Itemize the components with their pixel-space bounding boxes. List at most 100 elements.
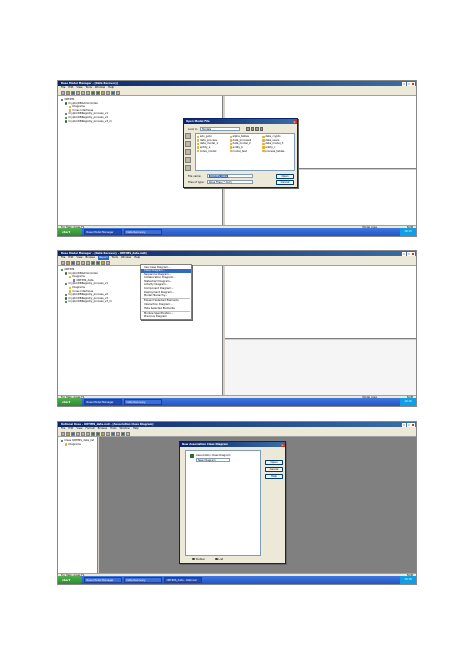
tree-item-label: Diagrams: [68, 442, 81, 446]
file-item[interactable]: process_tables: [262, 149, 293, 153]
documents-icon[interactable]: [185, 149, 191, 155]
taskbar-item[interactable]: Data Recovery: [124, 577, 162, 583]
save-icon[interactable]: [71, 431, 75, 436]
file-item[interactable]: index_model: [197, 149, 228, 153]
print-icon[interactable]: [116, 431, 120, 436]
new-folder-icon[interactable]: [255, 127, 259, 131]
association-icon[interactable]: [126, 431, 130, 436]
paste-icon[interactable]: [86, 260, 90, 265]
maximize-icon[interactable]: [406, 422, 411, 427]
desktop-icon[interactable]: [185, 141, 191, 147]
save-icon[interactable]: [71, 260, 75, 265]
file-type-select[interactable]: Rose Files (*.mdl): [207, 180, 253, 184]
taskbar-item[interactable]: Rose Model Manager: [84, 399, 122, 405]
taskbar-item[interactable]: Data Recovery: [124, 229, 162, 235]
browse-icon[interactable]: [106, 260, 110, 265]
cut-icon[interactable]: [76, 90, 80, 95]
copy-icon[interactable]: [81, 260, 85, 265]
close-icon[interactable]: [411, 81, 415, 86]
cancel-button[interactable]: Cancel: [265, 467, 283, 472]
tree-item-label: Crypto/DBRegistry_process_v3_m: [68, 300, 112, 304]
new-icon[interactable]: [61, 431, 65, 436]
radio-list[interactable]: List: [214, 558, 223, 561]
maximize-icon[interactable]: [406, 81, 411, 86]
dropdown-menu-item[interactable]: Hide Selected Elements: [141, 307, 191, 311]
zoom-icon[interactable]: [111, 431, 115, 436]
close-icon[interactable]: [411, 422, 415, 427]
file-name-input[interactable]: ORTIMS_data: [207, 174, 253, 178]
dialog-close-icon[interactable]: ×: [292, 119, 297, 124]
window-title: Rose Model Manager - [Data Recovery]: [61, 82, 119, 85]
diagram-icon[interactable]: [101, 431, 105, 436]
file-name-row: File name: ORTIMS_data: [188, 174, 253, 178]
paste-icon[interactable]: [86, 90, 90, 95]
diagram-icon[interactable]: [101, 260, 105, 265]
look-in-select[interactable]: Models: [200, 127, 241, 131]
minimize-icon[interactable]: [402, 251, 406, 256]
maximize-icon[interactable]: [406, 251, 411, 256]
package-icon[interactable]: [96, 431, 100, 436]
help-button[interactable]: Help: [265, 474, 283, 479]
start-button[interactable]: start: [58, 576, 82, 584]
network-icon[interactable]: [185, 165, 191, 171]
model-icon[interactable]: [91, 90, 95, 95]
file-name: model_test: [232, 149, 247, 153]
open-button[interactable]: Open: [276, 174, 294, 179]
dialog-titlebar[interactable]: New Association Class Diagram ×: [180, 442, 285, 447]
radio-toolbar[interactable]: Toolbar: [192, 558, 205, 561]
save-icon[interactable]: [71, 90, 75, 95]
dialog-close-icon[interactable]: ×: [280, 442, 285, 447]
cut-icon[interactable]: [76, 431, 80, 436]
new-icon[interactable]: [61, 90, 65, 95]
file-item[interactable]: model_test: [229, 149, 261, 153]
documentation-area[interactable]: [225, 340, 416, 395]
open-icon[interactable]: [66, 431, 70, 436]
diagram-icon[interactable]: [101, 90, 105, 95]
minimize-icon[interactable]: [402, 81, 406, 86]
cut-icon[interactable]: [76, 260, 80, 265]
cancel-button[interactable]: Cancel: [276, 180, 294, 185]
up-folder-icon[interactable]: [250, 127, 255, 131]
package-icon[interactable]: [96, 90, 100, 95]
taskbar: start Rose Model Manager Data Recovery 1…: [58, 398, 416, 406]
open-icon[interactable]: [66, 260, 70, 265]
back-icon[interactable]: [246, 127, 250, 131]
browse-icon[interactable]: [106, 90, 110, 95]
computer-icon[interactable]: [185, 157, 191, 163]
open-model-dialog: Open Model File × Look in: Models ado_po…: [183, 118, 298, 188]
diagram-area[interactable]: [225, 266, 416, 339]
start-button[interactable]: start: [58, 228, 82, 236]
dropdown-menu-item[interactable]: Model Hierarchy...: [141, 294, 191, 298]
taskbar-item[interactable]: Rose Model Manager: [84, 229, 122, 235]
package-icon[interactable]: [96, 260, 100, 265]
copy-icon[interactable]: [81, 431, 85, 436]
copy-icon[interactable]: [81, 90, 85, 95]
browse-icon[interactable]: [106, 431, 110, 436]
diagram-name-input[interactable]: New Diagram: [196, 458, 230, 462]
zoom-icon[interactable]: [111, 90, 115, 95]
screenshot-open-model: Rose Model Manager - [Data Recovery] Fil…: [57, 80, 417, 237]
minimize-icon[interactable]: [402, 422, 406, 427]
tree-item[interactable]: Diagrams: [61, 443, 94, 447]
diagram-list-panel[interactable]: Association Class Diagram New Diagram: [185, 450, 261, 556]
close-icon[interactable]: [411, 251, 415, 256]
clock: 10:16: [400, 398, 416, 406]
taskbar-item[interactable]: Rose Model Manager: [84, 577, 122, 583]
recent-icon[interactable]: [185, 133, 191, 139]
model-icon[interactable]: [91, 431, 95, 436]
print-icon[interactable]: [116, 90, 120, 95]
dialog-titlebar[interactable]: Open Model File ×: [184, 119, 297, 124]
class-icon[interactable]: [121, 431, 125, 436]
taskbar-item[interactable]: ORTIMS_data - Rational: [164, 577, 202, 583]
open-button[interactable]: Open: [265, 460, 283, 465]
radio-toolbar-label: Toolbar: [195, 557, 205, 561]
open-icon[interactable]: [66, 90, 70, 95]
paste-icon[interactable]: [86, 431, 90, 436]
dropdown-menu-item[interactable]: Previous Diagram: [141, 315, 191, 319]
model-icon[interactable]: [91, 260, 95, 265]
view-menu-icon[interactable]: [259, 127, 264, 131]
taskbar-item[interactable]: Data Recovery: [124, 399, 162, 405]
new-icon[interactable]: [61, 260, 65, 265]
start-button[interactable]: start: [58, 398, 82, 406]
view-mode-radios: Toolbar List: [192, 558, 223, 561]
